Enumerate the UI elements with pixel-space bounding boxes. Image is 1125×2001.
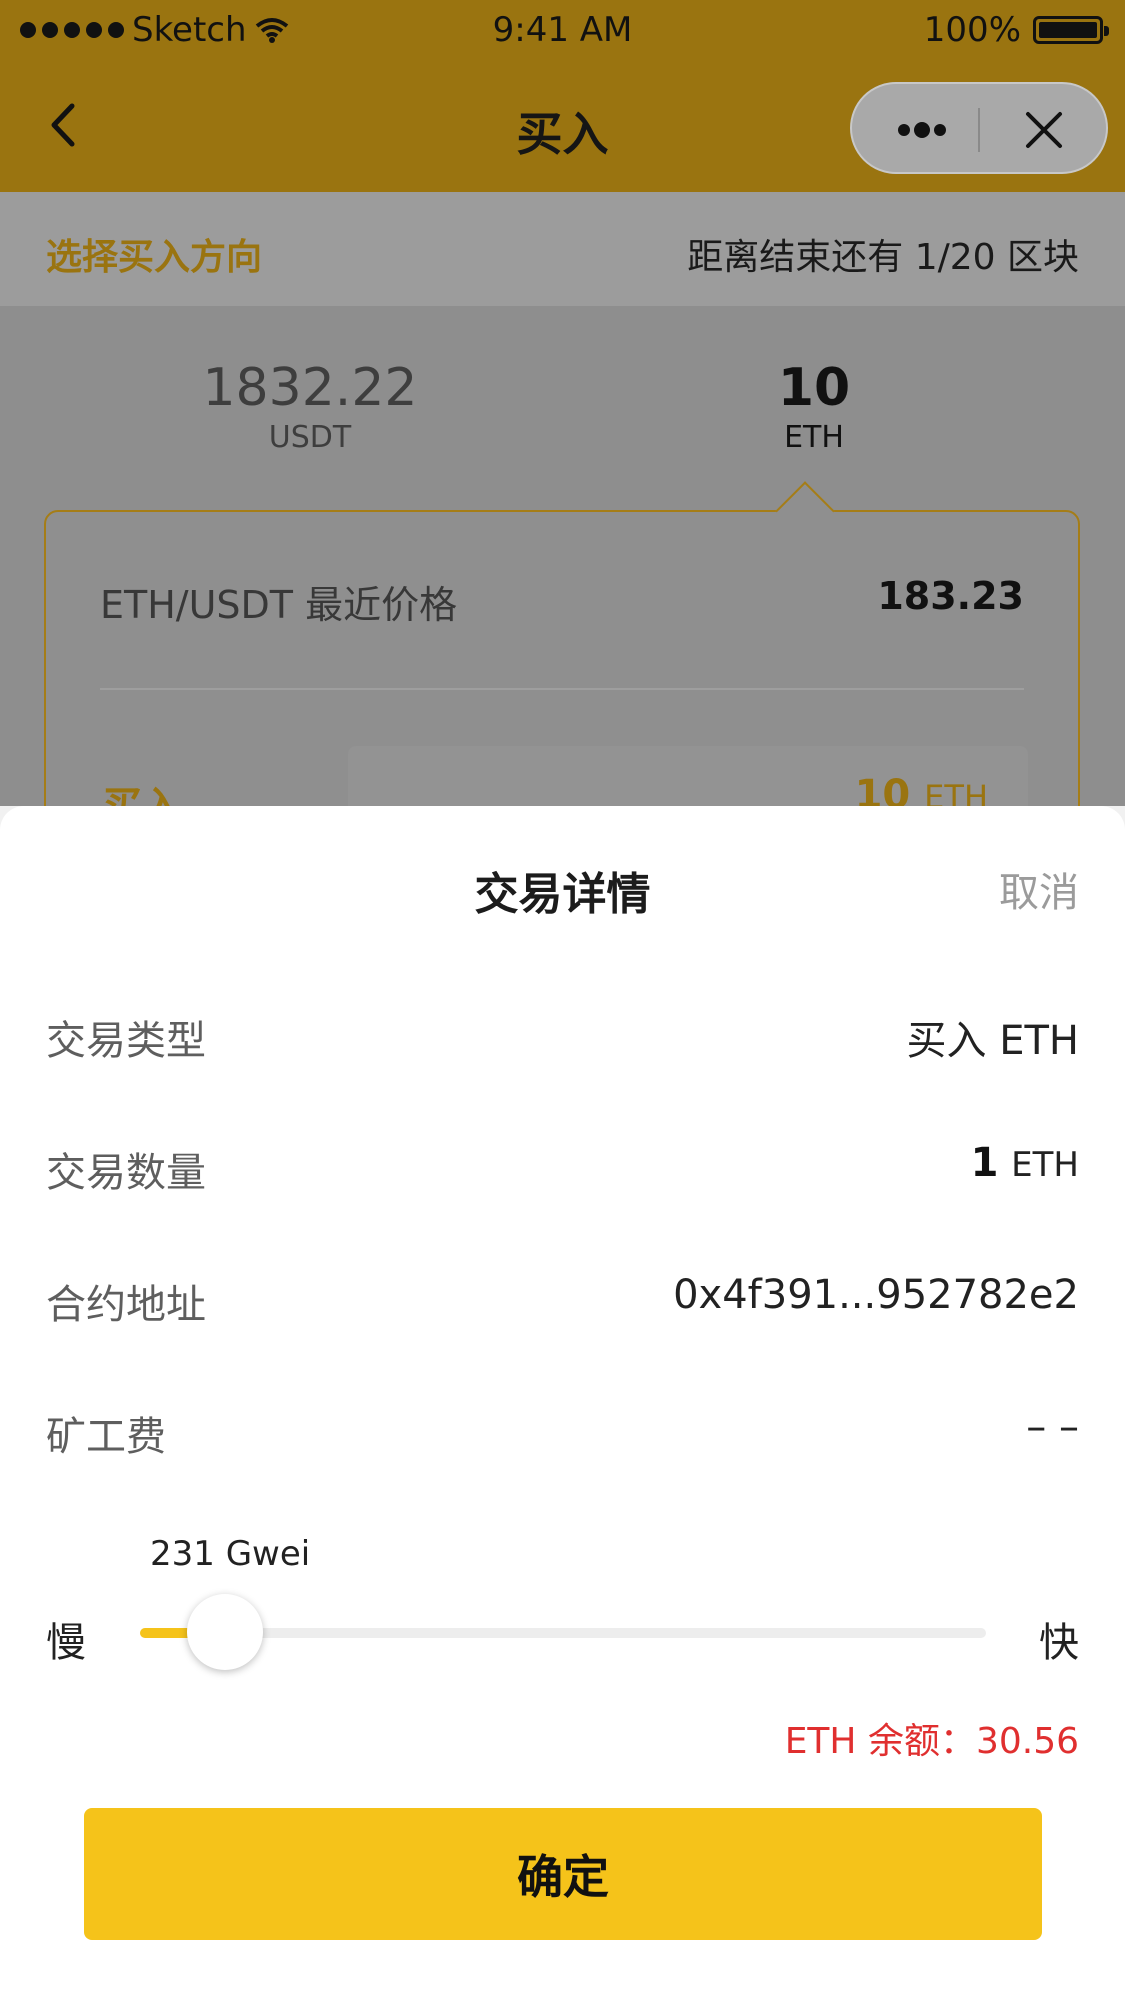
info-bar: 选择买入方向 距离结束还有 1/20 区块 [0, 192, 1125, 306]
gas-slider-track[interactable] [140, 1594, 986, 1670]
asset-amount: 1832.22 [202, 358, 418, 418]
gas-slider-thumb[interactable] [187, 1594, 263, 1670]
asset-usdt[interactable]: 1832.22 USDT [160, 356, 460, 456]
gas-price-label: 231 Gwei [150, 1534, 311, 1574]
card-divider [100, 688, 1024, 690]
row-value: 买入 ETH [906, 1018, 1080, 1064]
buy-direction-label[interactable]: 选择买入方向 [46, 228, 262, 280]
quantity-unit: ETH [1011, 1145, 1079, 1185]
sheet-title: 交易详情 [474, 869, 651, 920]
asset-unit: USDT [268, 420, 352, 455]
battery-icon [1033, 16, 1109, 44]
asset-eth[interactable]: 10 ETH [664, 356, 964, 456]
row-value: – – [1026, 1404, 1079, 1450]
cancel-button[interactable]: 取消 [999, 860, 1079, 918]
contract-address[interactable]: 0x4f391...952782e2 [673, 1272, 1079, 1318]
row-value: 1 ETH [971, 1140, 1079, 1186]
battery-percent: 100% [923, 10, 1021, 50]
status-bar: Sketch 9:41 AM 100% [0, 0, 1125, 60]
latest-price: 183.23 [877, 574, 1024, 618]
status-right: 100% [923, 10, 1109, 50]
more-icon[interactable] [892, 112, 952, 148]
mini-program-capsule [850, 82, 1108, 174]
main-content: 1832.22 USDT 10 ETH ETH/USDT 最近价格 183.23… [0, 306, 1125, 910]
detail-row-contract: 合约地址 0x4f391...952782e2 [46, 1272, 1079, 1332]
slow-label: 慢 [46, 1620, 86, 1666]
nav-bar: 买入 [0, 60, 1125, 192]
detail-row-type: 交易类型 买入 ETH [46, 1008, 1079, 1068]
quantity-number: 1 [970, 1140, 999, 1186]
eth-balance: ETH 余额：30.56 [784, 1721, 1079, 1762]
detail-row-fee: 矿工费 – – [46, 1404, 1079, 1464]
row-label: 交易数量 [46, 1150, 206, 1196]
row-label: 合约地址 [46, 1282, 206, 1328]
row-label: 矿工费 [46, 1414, 166, 1460]
fast-label: 快 [1039, 1620, 1079, 1666]
close-icon[interactable] [1022, 108, 1066, 152]
transaction-sheet: 交易详情 取消 交易类型 买入 ETH 交易数量 1 ETH 合约地址 0x4f… [0, 806, 1125, 2001]
asset-amount: 10 [777, 358, 851, 418]
pair-price-label: ETH/USDT 最近价格 [100, 583, 458, 627]
capsule-divider [978, 108, 980, 152]
row-label: 交易类型 [46, 1018, 206, 1064]
confirm-button[interactable]: 确定 [84, 1808, 1042, 1940]
detail-row-quantity: 交易数量 1 ETH [46, 1140, 1079, 1200]
blocks-remaining: 距离结束还有 1/20 区块 [687, 237, 1079, 278]
asset-unit: ETH [784, 420, 844, 455]
